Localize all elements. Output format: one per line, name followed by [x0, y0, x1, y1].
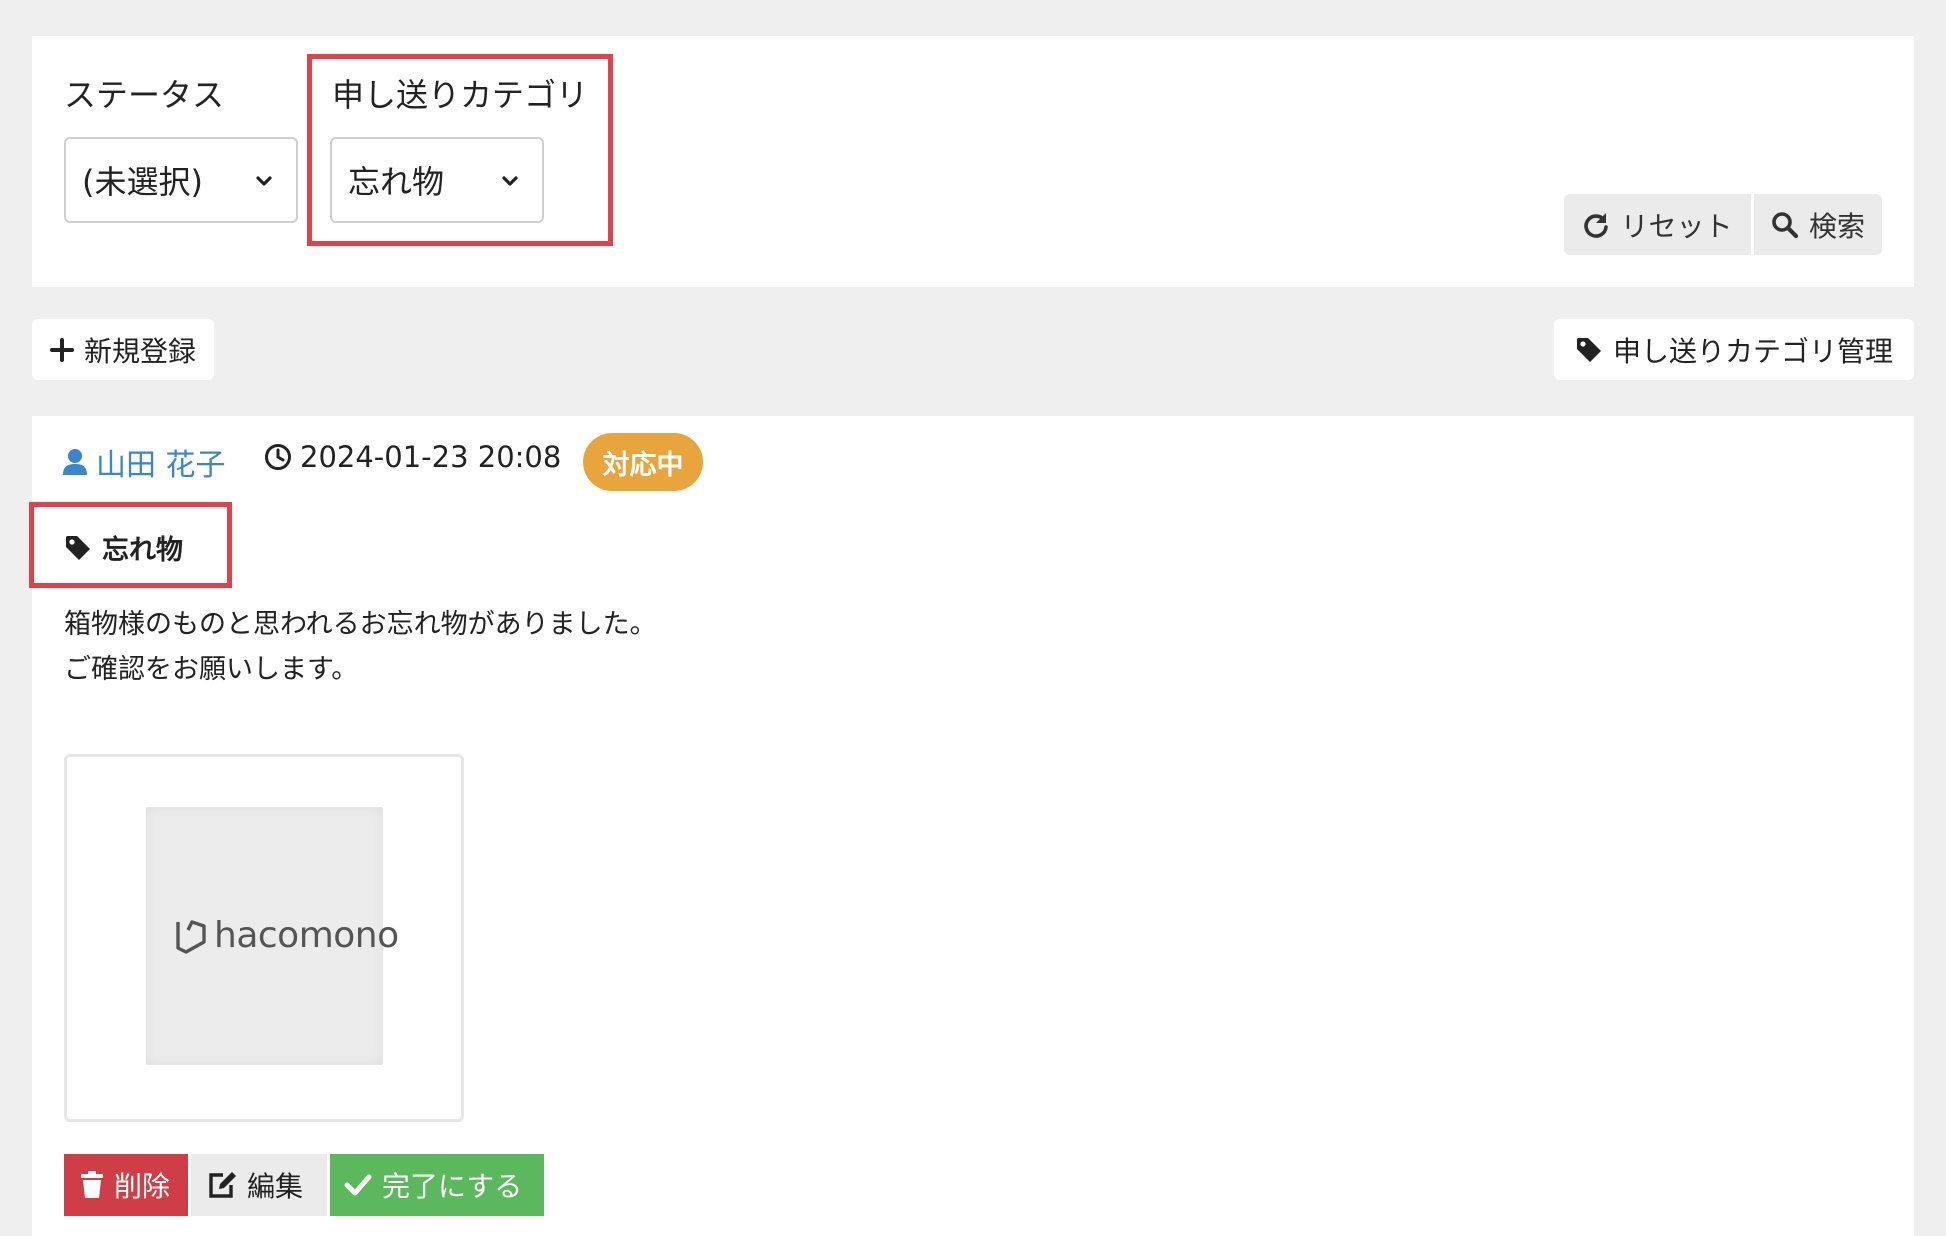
entry-actions: 削除 編集 完了にする	[64, 1154, 544, 1216]
category-filter-highlight	[307, 54, 613, 246]
edit-button[interactable]: 編集	[191, 1154, 327, 1216]
new-entry-button[interactable]: 新規登録	[32, 319, 214, 380]
edit-icon	[209, 1172, 236, 1198]
search-button-label: 検索	[1808, 209, 1865, 243]
entry-body-line: 箱物様のものと思われるお忘れ物がありました。	[64, 609, 657, 640]
attachment-thumbnail[interactable]: hacomono	[64, 754, 464, 1122]
user-icon	[63, 449, 87, 475]
status-select-value: (未選択)	[82, 163, 203, 201]
attachment-image: hacomono	[146, 807, 399, 1065]
clock-icon	[265, 444, 291, 470]
author-name: 山田 花子	[96, 448, 226, 483]
hacomono-logo: hacomono	[174, 915, 399, 956]
check-icon	[344, 1174, 372, 1196]
handover-entry-card: 山田 花子 2024-01-23 20:08 対応中 忘れ物 箱物様のものと思わ…	[29, 416, 1914, 1236]
reset-button[interactable]: リセット	[1564, 194, 1751, 255]
timestamp-text: 2024-01-23 20:08	[300, 440, 562, 474]
entry-timestamp: 2024-01-23 20:08	[264, 440, 561, 474]
new-entry-button-label: 新規登録	[83, 334, 196, 368]
plus-icon	[49, 337, 74, 362]
status-select[interactable]: (未選択)	[64, 137, 298, 223]
hacomono-logo-icon	[176, 919, 206, 954]
search-icon	[1772, 211, 1799, 238]
author-link[interactable]: 山田 花子	[62, 440, 226, 484]
manage-categories-button-label: 申し送りカテゴリ管理	[1612, 334, 1893, 368]
status-filter-label: ステータス	[64, 76, 225, 114]
manage-categories-button[interactable]: 申し送りカテゴリ管理	[1554, 319, 1914, 380]
complete-button[interactable]: 完了にする	[330, 1154, 544, 1216]
chevron-down-icon	[256, 176, 272, 186]
hacomono-logo-text: hacomono	[214, 915, 399, 956]
entry-body-line: ご確認をお願いします。	[64, 654, 359, 685]
delete-button-label: 削除	[114, 1170, 171, 1203]
reset-icon	[1584, 212, 1609, 238]
reset-button-label: リセット	[1620, 209, 1733, 243]
status-badge: 対応中	[583, 433, 703, 491]
search-button[interactable]: 検索	[1754, 194, 1882, 255]
trash-icon	[81, 1171, 103, 1198]
tag-icon	[1576, 337, 1601, 362]
delete-button[interactable]: 削除	[64, 1154, 188, 1216]
entry-category-highlight	[29, 502, 232, 588]
filter-panel: ステータス (未選択) 申し送りカテゴリ 忘れ物 リセット 検索	[32, 36, 1914, 287]
complete-button-label: 完了にする	[382, 1170, 523, 1203]
entry-body: 箱物様のものと思われるお忘れ物がありました。 ご確認をお願いします。	[64, 602, 657, 692]
edit-button-label: 編集	[247, 1170, 304, 1203]
status-filter: ステータス	[64, 70, 224, 116]
